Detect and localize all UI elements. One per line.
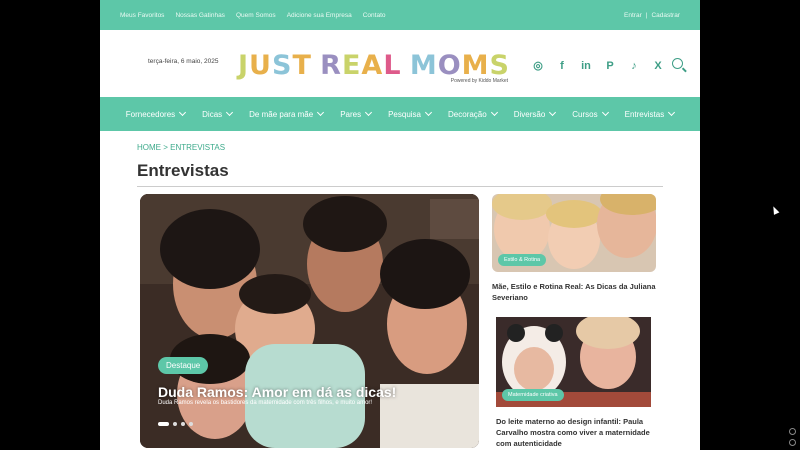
main-nav: Fornecedores Dicas De mãe para mãe Pares… [100,97,700,131]
x-icon[interactable]: X [652,60,664,72]
logo-letter: M [409,50,438,81]
nav-label: De mãe para mãe [249,109,314,119]
nav-label: Entrevistas [624,109,665,119]
chevron-down-icon [365,108,373,117]
logo-letter [402,50,410,81]
carousel-dot[interactable] [181,422,185,426]
featured-article[interactable]: Destaque Duda Ramos: Amor em dá as dicas… [140,194,479,448]
top-link-gatinhas[interactable]: Nossas Gatinhas [175,12,225,19]
nav-item-diversao[interactable]: Diversão [513,108,557,119]
logo-letter: M [461,50,490,81]
scroll-up-icon[interactable] [789,428,796,435]
current-date: terça-feira, 6 maio, 2025 [148,58,219,65]
nav-item-dicas[interactable]: Dicas [202,108,234,119]
chevron-down-icon [549,108,557,117]
logo-letter: S [489,50,510,81]
logo-letter: U [249,50,272,81]
article-card-tag[interactable]: Estilo & Rotina [498,254,547,266]
featured-photo [140,194,479,448]
chevron-down-icon [179,108,187,117]
featured-subtitle: Duda Ramos revela os bastidores da mater… [158,400,373,406]
logo-letter: R [320,50,342,81]
carousel-dot[interactable] [189,422,193,426]
login-link[interactable]: Entrar [624,12,642,19]
logo-letter: L [383,50,402,81]
chevron-down-icon [317,108,325,117]
site-header: terça-feira, 6 maio, 2025 JUSTREALMOMS P… [100,30,700,97]
top-link-add-company[interactable]: Adicione sua Empresa [287,12,352,19]
logo-letter: O [437,50,462,81]
chevron-down-icon [490,108,498,117]
nav-item-cursos[interactable]: Cursos [572,108,609,119]
page: Meus Favoritos Nossas Gatinhas Quem Somo… [100,0,700,450]
top-link-contact[interactable]: Contato [363,12,386,19]
chevron-down-icon [226,108,234,117]
top-link-favorites[interactable]: Meus Favoritos [120,12,164,19]
nav-label: Decoração [448,109,487,119]
chevron-down-icon [668,108,676,117]
article-card-image[interactable]: Maternidade criativa [496,317,651,407]
register-link[interactable]: Cadastrar [651,12,680,19]
article-card-title[interactable]: Do leite materno ao design infantil: Pau… [496,416,654,449]
logo-letter: J [238,50,250,81]
carousel-dot[interactable] [173,422,177,426]
page-title: Entrevistas [137,161,229,180]
logo-powered-by: Powered by Kiddo Market [450,78,508,84]
breadcrumb[interactable]: HOME > ENTREVISTAS [137,143,225,152]
featured-title[interactable]: Duda Ramos: Amor em dá as dicas! [158,384,396,400]
carousel-dot-active[interactable] [158,422,169,426]
linkedin-icon[interactable]: in [580,60,592,72]
mouse-cursor [770,205,780,215]
article-card-tag[interactable]: Maternidade criativa [502,389,564,401]
chevron-down-icon [424,108,433,117]
article-card-title[interactable]: Mãe, Estilo e Rotina Real: As Dicas da J… [492,281,656,303]
nav-label: Diversão [513,109,546,119]
scroll-down-icon[interactable] [789,439,796,446]
nav-item-de-mae-para-mae[interactable]: De mãe para mãe [249,108,325,119]
logo-letter: S [271,50,293,81]
chevron-down-icon [601,108,609,117]
top-links: Meus Favoritos Nossas Gatinhas Quem Somo… [120,12,386,19]
logo-letter: E [341,50,362,81]
article-card-image[interactable]: Estilo & Rotina [492,194,656,272]
nav-label: Fornecedores [125,109,176,119]
logo-wordmark: JUSTREALMOMS [238,50,510,81]
account-links: Entrar | Cadastrar [624,12,680,19]
article-card[interactable]: Maternidade criativa Do leite materno ao… [496,317,654,449]
account-separator: | [645,11,648,19]
tiktok-icon[interactable]: ♪ [628,60,640,72]
facebook-icon[interactable]: f [556,60,568,72]
nav-item-entrevistas[interactable]: Entrevistas [624,108,676,119]
social-links: ◎ f in P ♪ X [532,60,664,72]
site-logo[interactable]: JUSTREALMOMS Powered by Kiddo Market [238,50,510,84]
nav-item-decoracao[interactable]: Decoração [448,108,498,119]
nav-label: Pares [340,109,362,119]
logo-letter: T [292,50,312,81]
article-card[interactable]: Estilo & Rotina Mãe, Estilo e Rotina Rea… [492,194,656,303]
search-icon[interactable] [672,58,683,69]
carousel-dots [158,422,193,426]
nav-item-fornecedores[interactable]: Fornecedores [125,108,187,119]
top-link-about[interactable]: Quem Somos [236,12,276,19]
featured-badge[interactable]: Destaque [158,357,209,374]
instagram-icon[interactable]: ◎ [532,60,544,72]
nav-label: Pesquisa [388,109,422,119]
logo-letter [312,50,320,81]
nav-item-pesquisa[interactable]: Pesquisa [388,108,433,119]
nav-item-pares[interactable]: Pares [340,108,373,119]
title-divider [137,186,663,187]
nav-label: Cursos [572,109,598,119]
pinterest-icon[interactable]: P [604,60,616,72]
nav-label: Dicas [202,109,223,119]
top-bar: Meus Favoritos Nossas Gatinhas Quem Somo… [100,0,700,30]
logo-letter: A [361,50,384,81]
